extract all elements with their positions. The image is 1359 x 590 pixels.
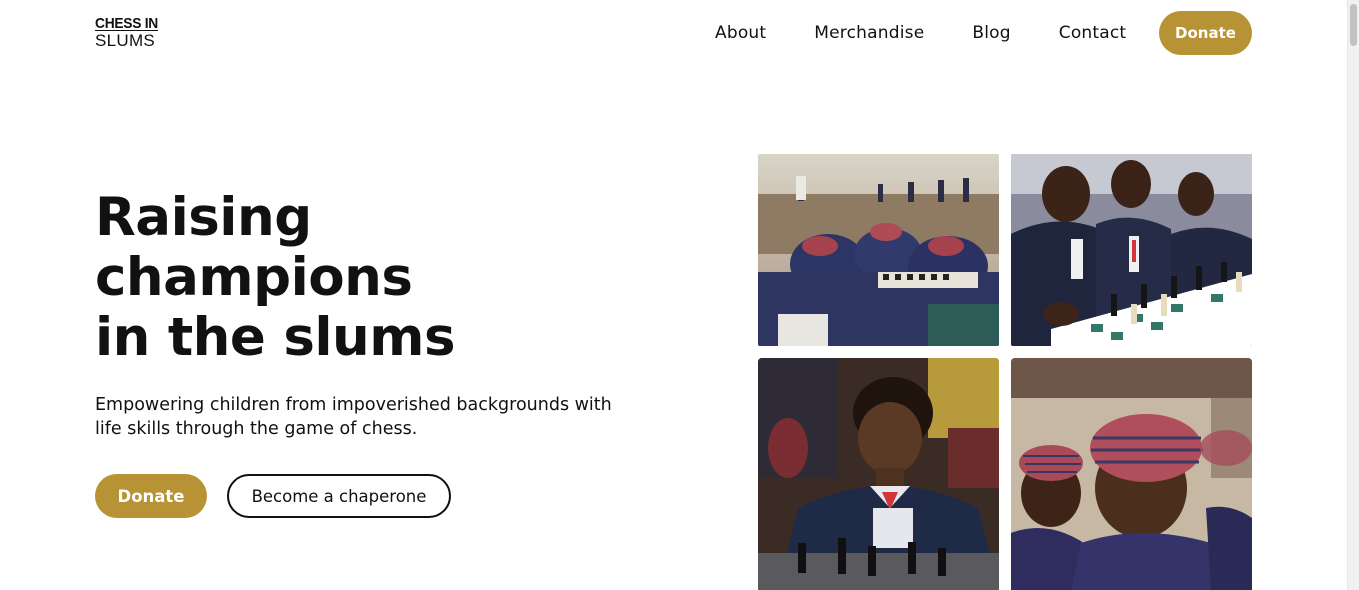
scrollbar-thumb[interactable] (1350, 4, 1357, 46)
nav-link-blog[interactable]: Blog (972, 23, 1010, 43)
photo-smiling-children (1011, 358, 1252, 590)
photo-boy-portrait (758, 358, 999, 590)
photo-boys-playing-chess (1011, 154, 1252, 346)
site-logo[interactable]: CHESS IN SLUMS (95, 16, 163, 49)
hero-title: Raising champions in the slums (95, 187, 456, 368)
logo-line-1: CHESS IN (95, 15, 158, 32)
hero-title-line-3: in the slums (95, 307, 456, 368)
header-donate-button[interactable]: Donate (1159, 11, 1252, 55)
photo-outdoor-chess (758, 154, 999, 346)
nav-link-contact[interactable]: Contact (1059, 23, 1127, 43)
become-chaperone-button[interactable]: Become a chaperone (227, 474, 451, 518)
nav-link-about[interactable]: About (715, 23, 766, 43)
hero-title-line-1: Raising (95, 187, 312, 248)
nav-link-merchandise[interactable]: Merchandise (814, 23, 924, 43)
page-scrollbar[interactable] (1347, 0, 1359, 590)
hero-donate-button[interactable]: Donate (95, 474, 207, 518)
logo-line-2: SLUMS (95, 31, 156, 50)
hero-description: Empowering children from impoverished ba… (95, 395, 612, 439)
main-nav: About Merchandise Blog Contact (715, 11, 1174, 55)
hero-title-line-2: champions (95, 247, 413, 308)
